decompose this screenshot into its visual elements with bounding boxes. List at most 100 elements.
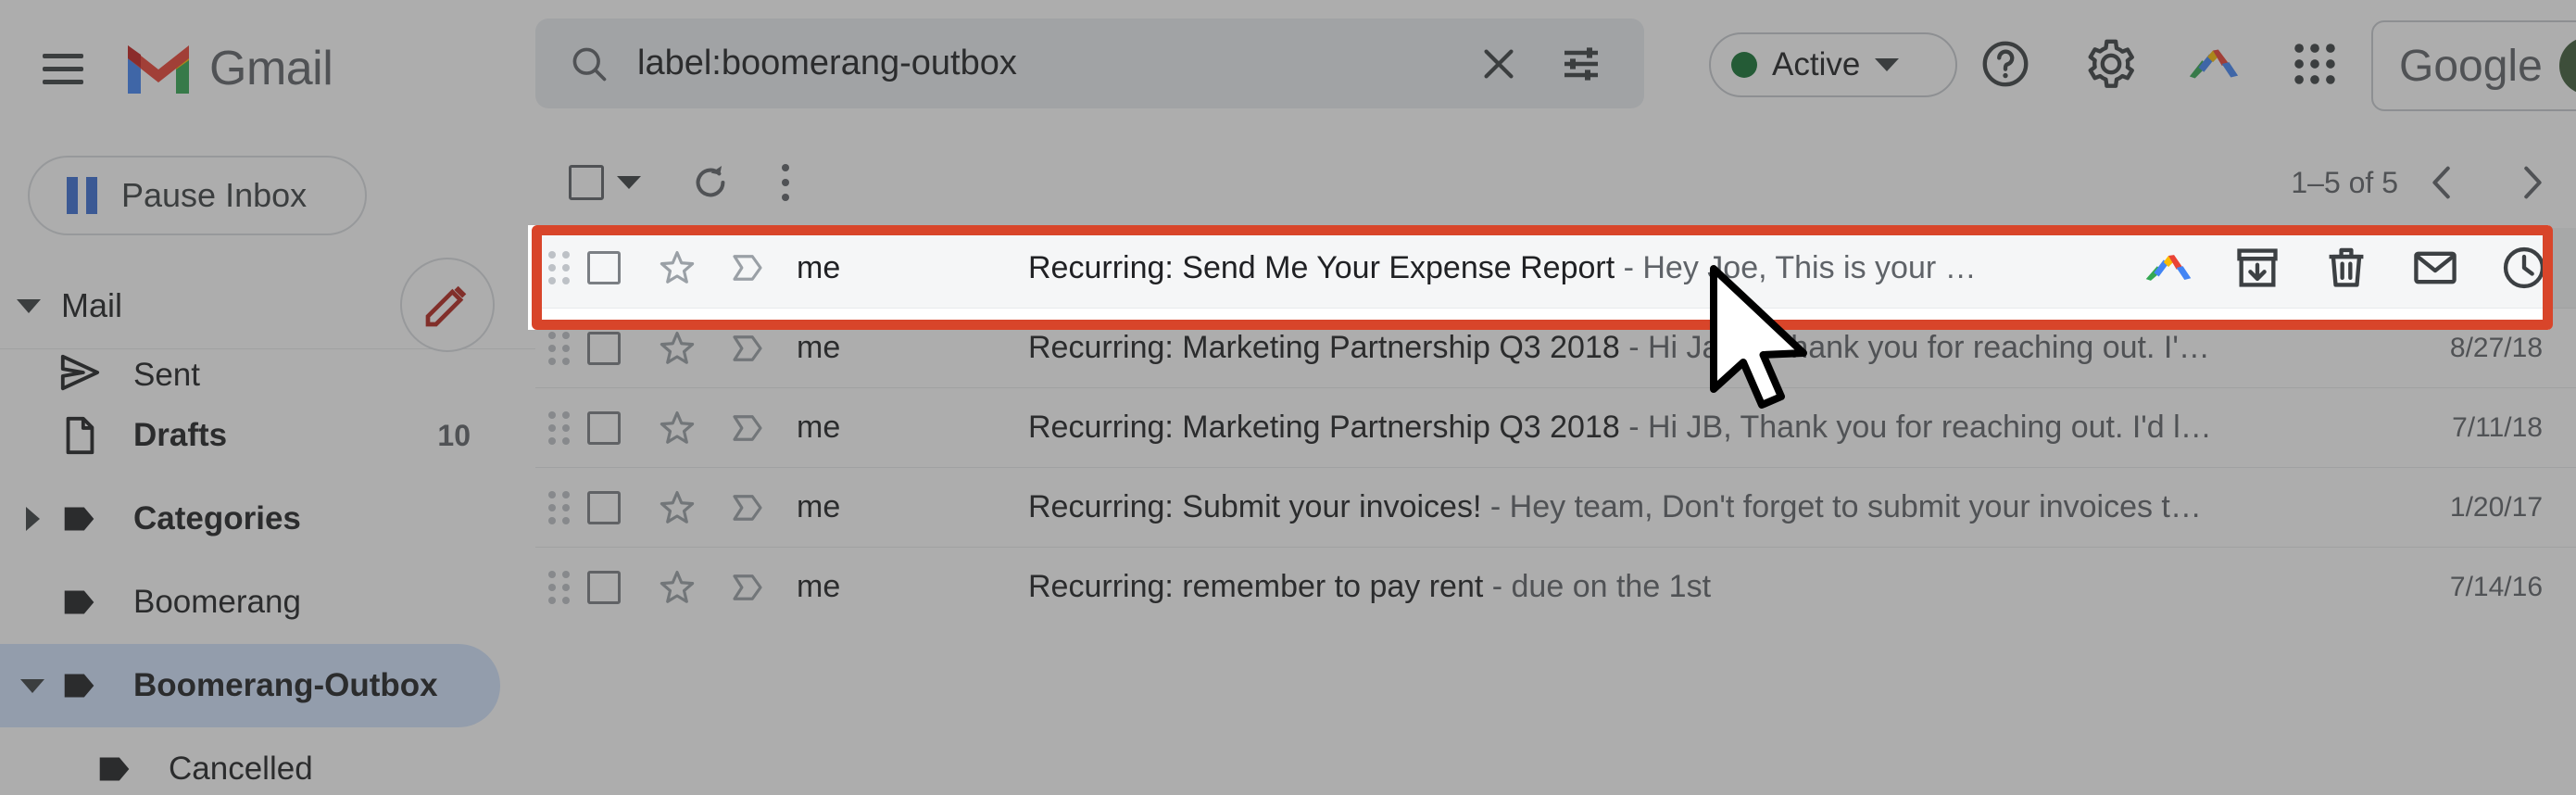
draft-icon: [50, 414, 109, 457]
label-icon: [99, 757, 130, 781]
sidebar-item-sent[interactable]: Sent: [0, 349, 535, 394]
more-vertical-icon[interactable]: [780, 164, 791, 201]
avatar: [2558, 37, 2576, 95]
status-badge[interactable]: Active: [1709, 32, 1957, 97]
pause-icon: [67, 177, 97, 214]
search-icon: [572, 47, 607, 81]
gmail-logo[interactable]: Gmail: [122, 41, 333, 96]
email-date: 1/20/17: [2449, 491, 2543, 523]
sidebar-item-label: Boomerang-Outbox: [133, 667, 438, 703]
important-marker-icon[interactable]: [728, 248, 767, 287]
label-icon: [64, 674, 94, 698]
drag-handle-icon[interactable]: [548, 331, 571, 365]
label-icon: [50, 581, 109, 624]
search-options-icon[interactable]: [1559, 42, 1603, 86]
email-subject-text: Recurring: Submit your invoices!: [1028, 489, 1482, 524]
sidebar: Pause Inbox Mail Sent Drafts 10 Categorie…: [0, 137, 535, 795]
label-icon: [85, 748, 145, 790]
chevron-right-icon[interactable]: [25, 507, 40, 531]
important-marker-icon[interactable]: [728, 409, 767, 448]
status-dot: [1731, 52, 1757, 78]
send-icon: [50, 351, 109, 394]
twisty: [15, 678, 50, 693]
compose-button[interactable]: [400, 258, 495, 352]
chevron-down-icon: [17, 298, 41, 313]
email-snippet: - due on the 1st: [1483, 569, 1712, 604]
close-icon[interactable]: [1477, 43, 1520, 85]
email-subject-text: Recurring: remember to pay rent: [1028, 569, 1484, 604]
email-date: 7/14/16: [2449, 571, 2543, 602]
email-row[interactable]: me Recurring: Marketing Partnership Q3 20…: [535, 308, 2576, 387]
gmail-wordmark: Gmail: [209, 42, 333, 95]
email-rows: me Recurring: Send Me Your Expense Report…: [535, 228, 2576, 626]
email-subject: Recurring: Marketing Partnership Q3 2018…: [1028, 410, 2212, 446]
star-icon[interactable]: [658, 248, 697, 287]
page-count-label: 1–5 of 5: [2291, 165, 2398, 199]
search-bar[interactable]: [535, 19, 1644, 108]
sidebar-item-boomerang-outbox[interactable]: Boomerang-Outbox: [0, 644, 500, 727]
draft-icon: [66, 416, 94, 455]
email-row[interactable]: me Recurring: Marketing Partnership Q3 20…: [535, 387, 2576, 467]
drag-handle-icon[interactable]: [548, 251, 571, 284]
mark-unread-icon[interactable]: [2411, 244, 2459, 292]
email-sender: me: [797, 249, 841, 285]
delete-icon[interactable]: [2322, 244, 2370, 292]
drag-handle-icon[interactable]: [548, 490, 571, 524]
important-marker-icon[interactable]: [728, 329, 767, 368]
prev-page-button[interactable]: [2398, 138, 2487, 227]
snooze-clock-icon[interactable]: [2500, 244, 2548, 292]
row-checkbox[interactable]: [587, 331, 621, 365]
boomerang-icon[interactable]: [2144, 244, 2193, 292]
chevron-down-icon[interactable]: [20, 678, 44, 693]
sidebar-item-cancelled[interactable]: Cancelled: [0, 727, 535, 795]
email-sender: me: [797, 330, 841, 365]
search-input[interactable]: [637, 44, 1477, 83]
row-checkbox[interactable]: [587, 570, 621, 604]
select-all-checkbox[interactable]: [569, 165, 641, 200]
sidebar-item-label: Cancelled: [169, 751, 313, 787]
next-page-button[interactable]: [2487, 138, 2576, 227]
row-checkbox[interactable]: [587, 410, 621, 445]
star-icon[interactable]: [658, 568, 697, 607]
gmail-m-icon: [128, 45, 189, 94]
apps-grid-icon[interactable]: [2288, 37, 2342, 91]
pause-inbox-button[interactable]: Pause Inbox: [28, 156, 367, 235]
gmail-app: Gmail Active: [0, 0, 2576, 795]
sidebar-item-boomerang[interactable]: Boomerang: [0, 561, 535, 644]
star-icon[interactable]: [658, 409, 697, 448]
sidebar-nav-list: Sent Drafts 10 Categories Boomerang Boome…: [0, 348, 535, 795]
account-chip[interactable]: Google: [2371, 20, 2576, 111]
sidebar-item-label: Categories: [133, 500, 301, 536]
star-icon[interactable]: [658, 488, 697, 527]
email-snippet: - Hey Joe, This is your …: [1615, 249, 1977, 285]
row-checkbox[interactable]: [587, 490, 621, 524]
mail-list-area: 1–5 of 5 me Recurring: Send Me Your Expen…: [535, 137, 2576, 795]
boomerang-icon[interactable]: [2186, 37, 2240, 91]
hamburger-icon[interactable]: [37, 43, 89, 95]
send-icon: [60, 354, 100, 391]
twisty: [15, 507, 50, 531]
email-subject-text: Recurring: Marketing Partnership Q3 2018: [1028, 330, 1620, 365]
email-row[interactable]: me Recurring: Send Me Your Expense Report…: [535, 228, 2576, 308]
email-subject: Recurring: Send Me Your Expense Report -…: [1028, 250, 1977, 286]
chevron-down-icon[interactable]: [617, 176, 641, 189]
help-icon[interactable]: [1979, 37, 2032, 91]
drag-handle-icon[interactable]: [548, 410, 571, 445]
star-icon[interactable]: [658, 329, 697, 368]
refresh-icon[interactable]: [689, 161, 732, 204]
email-row[interactable]: me Recurring: Submit your invoices! - Hey…: [535, 467, 2576, 547]
email-snippet: - Hi JB, Thank you for reaching out. I'd…: [1619, 410, 2212, 445]
sidebar-item-label: Boomerang: [133, 584, 301, 620]
row-checkbox[interactable]: [587, 251, 621, 284]
chevron-down-icon: [1875, 58, 1900, 71]
list-toolbar: 1–5 of 5: [535, 137, 2576, 228]
email-sender: me: [797, 569, 841, 604]
sidebar-item-categories[interactable]: Categories: [0, 477, 535, 561]
important-marker-icon[interactable]: [728, 488, 767, 527]
sidebar-item-drafts[interactable]: Drafts 10: [0, 394, 535, 477]
settings-gear-icon[interactable]: [2084, 37, 2138, 91]
important-marker-icon[interactable]: [728, 568, 767, 607]
drag-handle-icon[interactable]: [548, 570, 571, 604]
email-row[interactable]: me Recurring: remember to pay rent - due …: [535, 547, 2576, 626]
archive-icon[interactable]: [2233, 244, 2281, 292]
